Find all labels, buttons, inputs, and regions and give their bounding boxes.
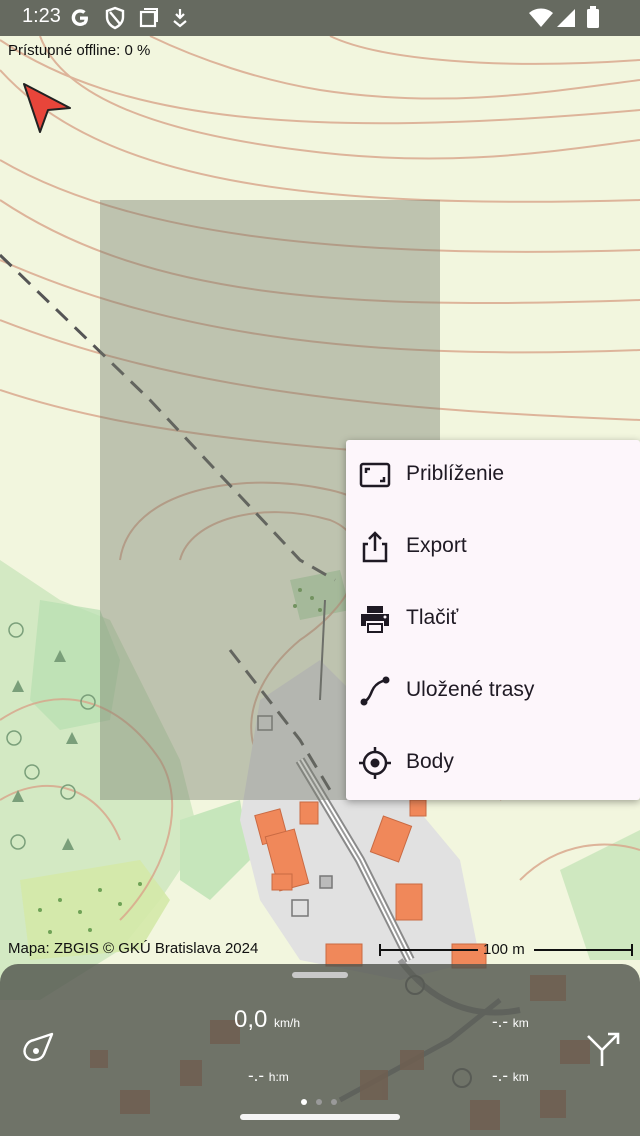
distance-readout-2: -.- km (492, 1066, 529, 1086)
menu-item-label: Tlačiť (406, 606, 459, 629)
speed-value: 0,0 (234, 1006, 268, 1033)
speed-unit: km/h (274, 1016, 301, 1030)
battery-icon (587, 6, 599, 28)
page-dot (316, 1099, 322, 1105)
bottom-info-panel[interactable]: 0,0 km/h -.- km -.- h:m -.- km (0, 964, 640, 1136)
menu-item-zoom[interactable]: Priblíženie (346, 440, 640, 512)
menu-item-saved-routes[interactable]: Uložené trasy (346, 656, 640, 728)
window-icon (139, 8, 158, 28)
wifi-icon (529, 8, 553, 27)
status-time: 1:23 (22, 5, 61, 27)
page-dot (331, 1099, 337, 1105)
home-indicator[interactable] (240, 1114, 400, 1120)
position-arrow-icon[interactable] (20, 80, 74, 138)
menu-item-points[interactable]: Body (346, 728, 640, 800)
distance2-unit: km (512, 1070, 529, 1084)
zoom-frame-icon (359, 462, 391, 488)
page-dot-active (301, 1099, 307, 1105)
crosshair-icon (359, 747, 391, 779)
time-value: -.- (248, 1066, 265, 1085)
speed-readout: 0,0 km/h (234, 1006, 300, 1034)
route-icon (360, 676, 390, 706)
menu-item-label: Body (406, 750, 454, 773)
distance-readout-1: -.- km (492, 1012, 529, 1032)
print-icon (361, 606, 389, 633)
time-unit: h:m (268, 1070, 289, 1084)
compass-icon[interactable] (22, 1030, 56, 1064)
menu-item-export[interactable]: Export (346, 512, 640, 584)
menu-item-label: Priblíženie (406, 462, 505, 485)
status-bar: 1:23 (0, 0, 640, 36)
map-attribution: Mapa: ZBGIS © GKÚ Bratislava 2024 (8, 940, 259, 957)
shield-icon (105, 6, 125, 30)
offline-availability-text: Prístupné offline: 0 % (8, 42, 151, 59)
distance2-value: -.- (492, 1066, 509, 1085)
distance1-value: -.- (492, 1012, 509, 1031)
time-readout: -.- h:m (248, 1066, 289, 1086)
google-g-icon (71, 9, 88, 27)
menu-item-label: Uložené trasy (406, 678, 535, 701)
drag-handle[interactable] (292, 972, 348, 978)
share-upload-icon (362, 531, 388, 563)
download-icon (173, 9, 187, 28)
signal-icon (557, 9, 575, 27)
context-menu: Priblíženie Export Tlačiť Uložené trasy (346, 440, 640, 800)
distance1-unit: km (512, 1016, 529, 1030)
route-split-icon[interactable] (584, 1028, 624, 1068)
scale-label: 100 m (483, 941, 525, 958)
menu-item-print[interactable]: Tlačiť (346, 584, 640, 656)
menu-item-label: Export (406, 534, 467, 557)
